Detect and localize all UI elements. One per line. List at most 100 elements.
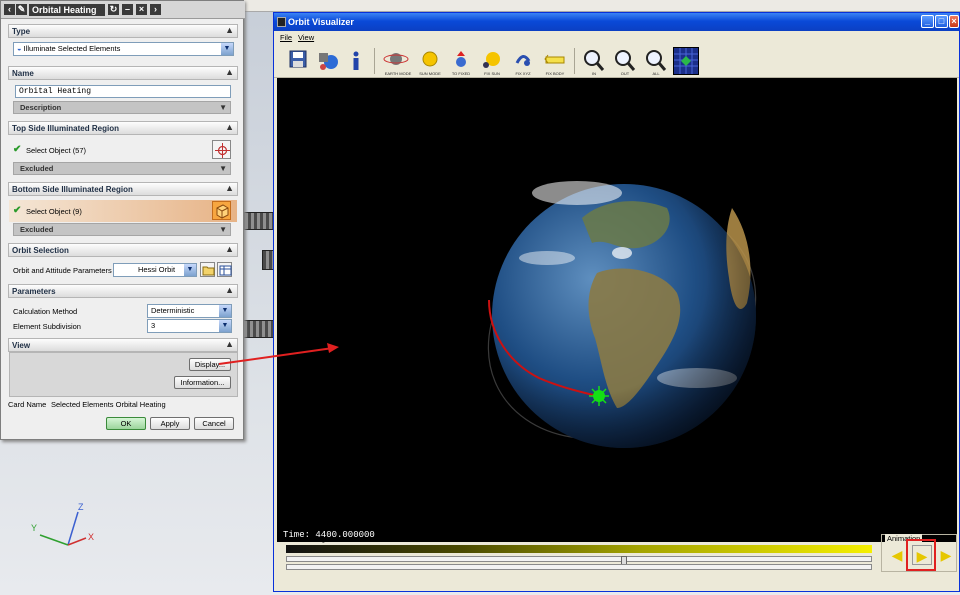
zoom-out-icon[interactable]: OUT	[611, 47, 639, 76]
callout-arrow	[218, 343, 339, 365]
zoom-all-icon[interactable]: ALL	[642, 47, 670, 76]
crosshair-select-icon[interactable]	[212, 140, 231, 159]
calc-method-select[interactable]: Deterministic ▼	[147, 304, 232, 318]
model-mesh-part	[241, 212, 277, 230]
maximize-window-icon[interactable]: □	[935, 15, 948, 28]
ambient-light-track-lower	[286, 564, 872, 570]
grid-view-icon[interactable]	[673, 47, 699, 75]
chevron-up-icon: ▲	[225, 285, 234, 295]
dropdown-arrow-icon[interactable]: ▼	[219, 305, 231, 317]
zoom-in-icon[interactable]: IN	[580, 47, 608, 76]
tool-icon[interactable]: ✎	[16, 4, 27, 15]
view-section-header[interactable]: View ▲	[8, 338, 238, 352]
section-label: Name	[12, 69, 34, 78]
bottom-excluded-toggle[interactable]: Excluded ▼	[13, 223, 231, 236]
coordinate-triad: Z X Y	[31, 502, 94, 546]
dropdown-arrow-icon[interactable]: ▼	[221, 43, 233, 55]
top-region-section-header[interactable]: Top Side Illuminated Region ▲	[8, 121, 238, 135]
fix-sun-icon[interactable]: FIX SUN	[478, 47, 506, 76]
cube-select-icon[interactable]	[212, 201, 231, 220]
description-label: Description	[20, 103, 62, 112]
calc-method-label: Calculation Method	[13, 307, 78, 316]
calc-method-value: Deterministic	[151, 306, 195, 315]
description-toggle[interactable]: Description ▼	[13, 101, 231, 114]
chevron-down-icon: ▼	[219, 103, 227, 112]
name-input[interactable]: Orbital Heating	[15, 85, 231, 98]
forward-icon[interactable]: ›	[150, 4, 161, 15]
bottom-region-section-header[interactable]: Bottom Side Illuminated Region ▲	[8, 182, 238, 196]
orbit-visualizer-window: Orbit Visualizer _ □ × File View EARTH M…	[273, 12, 960, 592]
to-fixed-icon[interactable]: TO FIXED	[447, 47, 475, 76]
ambient-light-slider[interactable]	[286, 556, 872, 562]
orbit-section-header[interactable]: Orbit Selection ▲	[8, 243, 238, 257]
orbit-param-select[interactable]: Hessi Orbit ▼	[113, 263, 197, 277]
type-section-header[interactable]: Type ▲	[8, 24, 238, 38]
earth-scene	[487, 181, 757, 448]
visualizer-menu-bar: File View	[274, 31, 959, 44]
step-back-icon[interactable]: ◀	[887, 545, 907, 565]
top-select-label: Select Object (57)	[26, 146, 87, 155]
section-label: Top Side Illuminated Region	[12, 124, 119, 133]
top-select-object-row[interactable]: ✔ Select Object (57)	[9, 139, 237, 161]
reset-icon[interactable]: ↻	[108, 4, 119, 15]
tool-caption: OUT	[620, 71, 630, 76]
orbital-heating-dialog: ‹ ✎ Orbital Heating ↻ – × › Type ▲ ◒ Illu…	[0, 0, 245, 440]
ok-button[interactable]: OK	[106, 417, 146, 430]
minimize-window-icon[interactable]: _	[921, 15, 934, 28]
section-label: Parameters	[12, 287, 56, 296]
apply-button[interactable]: Apply	[150, 417, 190, 430]
edit-table-icon[interactable]	[217, 262, 232, 277]
y-axis-label: Y	[31, 523, 37, 533]
model-view-icon[interactable]	[314, 47, 342, 75]
java-app-icon	[277, 17, 286, 27]
3d-viewport[interactable]: Time: 4400.000000	[277, 78, 957, 542]
chevron-down-icon: ▼	[219, 164, 227, 173]
close-window-icon[interactable]: ×	[949, 15, 959, 28]
folder-open-icon[interactable]	[200, 262, 215, 277]
fix-xyz-icon[interactable]: FIX XYZ	[509, 47, 537, 76]
info-icon[interactable]	[344, 47, 368, 75]
top-excluded-toggle[interactable]: Excluded ▼	[13, 162, 231, 175]
save-icon[interactable]	[284, 47, 312, 75]
fix-body-icon[interactable]: FIX BODY	[540, 47, 570, 76]
visualizer-title: Orbit Visualizer	[288, 17, 354, 27]
section-label: Orbit Selection	[12, 246, 69, 255]
earth-mode-icon[interactable]: EARTH MODE	[382, 47, 414, 76]
cancel-button[interactable]: Cancel	[194, 417, 234, 430]
dropdown-arrow-icon[interactable]: ▼	[184, 264, 196, 276]
dialog-title: Orbital Heating	[29, 4, 105, 16]
subdivision-value: 3	[151, 321, 156, 330]
step-forward-icon[interactable]: ▶	[936, 545, 956, 565]
visualizer-toolbar: EARTH MODE SUN MODE TO FIXED FIX SUN FIX…	[274, 44, 959, 78]
back-icon[interactable]: ‹	[4, 4, 15, 15]
dropdown-arrow-icon[interactable]: ▼	[219, 320, 231, 332]
menu-file[interactable]: File	[280, 33, 292, 42]
tool-caption: SUN MODE	[419, 71, 441, 76]
menu-view[interactable]: View	[298, 33, 314, 42]
visualizer-title-bar[interactable]: Orbit Visualizer _ □ ×	[274, 13, 959, 31]
tool-caption: IN	[592, 71, 596, 76]
close-icon[interactable]: ×	[136, 4, 147, 15]
tool-caption: ALL	[652, 71, 660, 76]
section-label: Bottom Side Illuminated Region	[12, 185, 133, 194]
chevron-up-icon: ▲	[225, 183, 234, 193]
subdivision-label: Element Subdivision	[13, 322, 81, 331]
model-mesh-part	[240, 320, 276, 338]
toolbar-separator	[374, 48, 375, 74]
card-name-label: Card Name	[8, 400, 47, 409]
minimize-icon[interactable]: –	[122, 4, 133, 15]
checkmark-icon: ✔	[13, 205, 22, 216]
information-button[interactable]: Information...	[174, 376, 231, 389]
subdivision-select[interactable]: 3 ▼	[147, 319, 232, 333]
sun-mode-icon[interactable]: SUN MODE	[416, 47, 444, 76]
type-select[interactable]: ◒ Illuminate Selected Elements ▼	[13, 42, 234, 56]
parameters-section-header[interactable]: Parameters ▲	[8, 284, 238, 298]
tool-caption: FIX BODY	[545, 71, 565, 76]
play-button-highlight	[906, 539, 936, 571]
bottom-select-object-row[interactable]: ✔ Select Object (9)	[9, 200, 237, 222]
ambient-light-label: Ambient Light	[286, 534, 332, 543]
excluded-label: Excluded	[20, 225, 54, 234]
name-section-header[interactable]: Name ▲	[8, 66, 238, 80]
card-name-value: Selected Elements Orbital Heating	[51, 400, 166, 409]
satellite-rays	[589, 386, 609, 406]
